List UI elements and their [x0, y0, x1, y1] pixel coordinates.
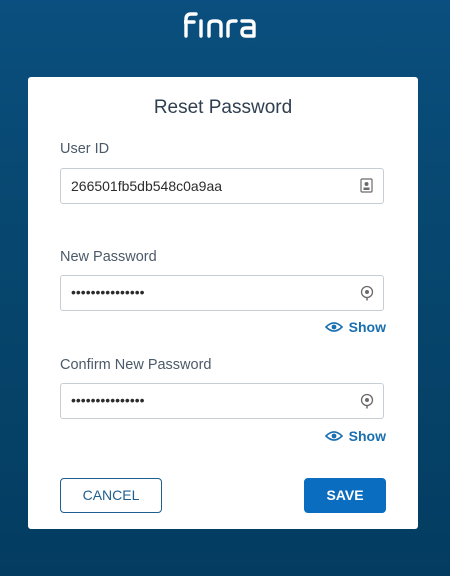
- password-key-icon: [360, 393, 374, 409]
- eye-icon: [324, 322, 343, 332]
- finra-logo: [0, 10, 450, 45]
- id-card-icon: [360, 178, 373, 193]
- confirm-password-value: •••••••••••••••: [71, 392, 145, 408]
- new-password-field[interactable]: •••••••••••••••: [60, 275, 384, 311]
- page-title: Reset Password: [153, 97, 293, 118]
- user-id-field[interactable]: 266501fb5db548c0a9aa: [60, 168, 384, 204]
- user-id-label: User ID: [60, 141, 110, 157]
- show-new-password-toggle[interactable]: Show: [324, 319, 386, 335]
- reset-password-card: Reset Password User ID 266501fb5db548c0a…: [28, 77, 418, 529]
- password-key-icon: [360, 285, 374, 301]
- new-password-value: •••••••••••••••: [71, 284, 145, 300]
- user-id-value: 266501fb5db548c0a9aa: [71, 178, 223, 194]
- confirm-password-label: Confirm New Password: [60, 357, 212, 373]
- show-confirm-password-toggle[interactable]: Show: [324, 428, 386, 444]
- cancel-button[interactable]: CANCEL: [60, 478, 162, 513]
- finra-logo-mark: [182, 12, 256, 38]
- save-button[interactable]: SAVE: [304, 478, 386, 513]
- confirm-password-field[interactable]: •••••••••••••••: [60, 383, 384, 419]
- show-confirm-password-label: Show: [348, 428, 386, 444]
- show-new-password-label: Show: [348, 319, 386, 335]
- eye-icon: [324, 431, 343, 441]
- new-password-label: New Password: [60, 249, 157, 265]
